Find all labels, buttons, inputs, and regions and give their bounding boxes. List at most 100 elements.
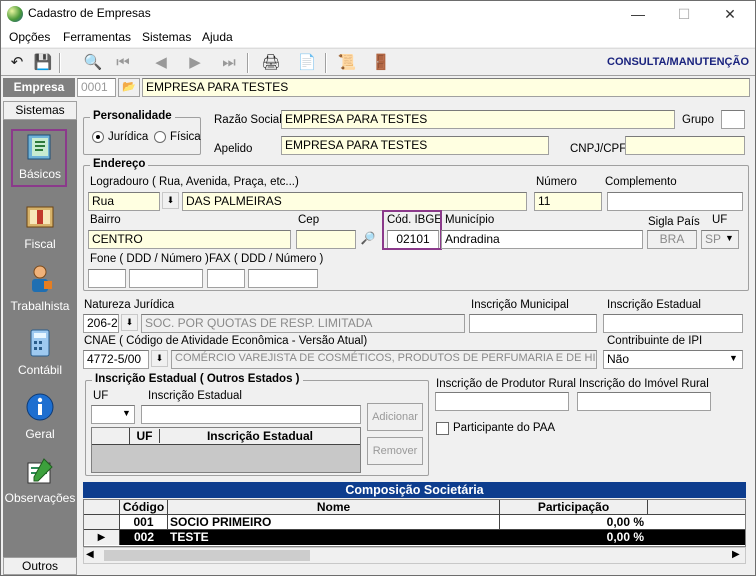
insc-municipal-input[interactable] [469, 314, 597, 333]
chevron-down-icon[interactable]: ▼ [118, 406, 135, 423]
numero-label: Número [536, 176, 577, 188]
last-record-icon[interactable]: ⏭ [217, 52, 241, 74]
cell-codigo: 001 [120, 515, 168, 529]
oe-ie-input[interactable] [141, 405, 361, 424]
logradouro-input[interactable]: DAS PALMEIRAS [182, 192, 527, 211]
razao-social-input[interactable]: EMPRESA PARA TESTES [281, 110, 675, 129]
search-document-icon[interactable]: 🔍 [81, 52, 105, 74]
apelido-label: Apelido [214, 143, 253, 155]
application-window: Cadastro de Empresas — ☐ ✕ Opções Ferram… [0, 0, 756, 576]
imovel-rural-input[interactable] [577, 392, 711, 411]
ipi-select[interactable]: Não [603, 350, 743, 369]
table-row[interactable]: 001 SOCIO PRIMEIRO 0,00 % [84, 515, 745, 530]
sidebar-item-contabil[interactable]: Contábil [3, 327, 77, 377]
print-icon[interactable]: 🖨 [259, 52, 283, 74]
window-title: Cadastro de Empresas [28, 6, 151, 20]
toolbar-separator [59, 53, 61, 73]
maximize-icon[interactable]: ☐ [661, 1, 707, 27]
arrow-down-icon: ⬇ [166, 195, 175, 205]
sidebar-item-label: Geral [25, 427, 55, 441]
radio-fisica-label: Física [170, 131, 201, 143]
cell-nome: SOCIO PRIMEIRO [170, 515, 500, 529]
empresa-code-input[interactable]: 0001 [77, 78, 116, 97]
insc-estadual-label: Inscrição Estadual [607, 299, 701, 311]
scroll-left-icon[interactable]: ◀ [86, 549, 94, 560]
folder-icon: 📂 [122, 81, 136, 93]
natureza-desc-input[interactable]: SOC. POR QUOTAS DE RESP. LIMITADA [141, 314, 465, 333]
cep-input[interactable] [296, 230, 356, 249]
paa-checkbox[interactable] [436, 422, 449, 435]
cnae-code-input[interactable]: 4772-5/00 [83, 350, 149, 369]
fax-label: FAX ( DDD / Número ) [209, 253, 324, 265]
societaria-header: Código Nome Participação [84, 500, 745, 515]
logradouro-label: Logradouro ( Rua, Avenida, Praça, etc...… [90, 176, 299, 188]
col-codigo: Código [120, 500, 168, 514]
menu-opcoes[interactable]: Opções [9, 30, 50, 44]
scrollbar-thumb[interactable] [104, 550, 310, 561]
societaria-grid[interactable]: Código Nome Participação 001 SOCIO PRIME… [83, 499, 746, 547]
complemento-input[interactable] [607, 192, 743, 211]
first-record-icon[interactable]: ⏮ [111, 52, 135, 74]
imovel-rural-label: Inscrição do Imóvel Rural [579, 378, 709, 390]
fone-numero-input[interactable] [129, 269, 203, 288]
minimize-icon[interactable]: — [615, 1, 661, 27]
menu-sistemas[interactable]: Sistemas [142, 30, 191, 44]
fone-ddd-input[interactable] [88, 269, 126, 288]
cnpj-input[interactable] [625, 136, 745, 155]
chevron-down-icon[interactable]: ▼ [721, 231, 738, 248]
insc-estadual-input[interactable] [603, 314, 743, 333]
insc-municipal-label: Inscrição Municipal [471, 299, 569, 311]
natureza-code-input[interactable]: 206-2 [83, 314, 119, 333]
sidebar-item-geral[interactable]: Geral [3, 391, 77, 441]
info-icon [26, 393, 54, 421]
bairro-label: Bairro [90, 214, 121, 226]
scroll-right-icon[interactable]: ▶ [732, 549, 740, 560]
row-indicator-header [84, 500, 120, 514]
preview-icon[interactable]: 📄 [295, 52, 319, 74]
sidebar-item-trabalhista[interactable]: Trabalhista [3, 263, 77, 313]
empresa-name-input[interactable]: EMPRESA PARA TESTES [142, 78, 750, 97]
title-bar: Cadastro de Empresas — ☐ ✕ [1, 1, 755, 27]
horizontal-scrollbar[interactable]: ◀ ▶ [83, 547, 746, 564]
exit-door-icon[interactable]: 🚪 [369, 52, 393, 74]
adicionar-button[interactable]: Adicionar [367, 403, 423, 431]
fax-numero-input[interactable] [248, 269, 318, 288]
table-row-selected[interactable]: ▶ 002 TESTE 0,00 % [84, 530, 745, 545]
tipo-logradouro-input[interactable]: Rua [88, 192, 160, 211]
undo-icon[interactable]: ↶ [5, 52, 29, 74]
oe-uf-label: UF [93, 390, 109, 402]
natureza-lookup[interactable]: ⬇ [121, 314, 138, 331]
sigla-pais-input[interactable]: BRA [647, 230, 697, 249]
previous-record-icon[interactable]: ◀ [149, 52, 173, 74]
col-nome: Nome [168, 500, 500, 514]
menu-ajuda[interactable]: Ajuda [202, 30, 233, 44]
sidebar-item-observacoes[interactable]: Observações [3, 455, 77, 505]
oe-grid[interactable]: UF Inscrição Estadual [91, 427, 361, 473]
cnae-lookup[interactable]: ⬇ [151, 350, 168, 367]
municipio-input[interactable]: Andradina [441, 230, 643, 249]
open-folder-button[interactable]: 📂 [118, 78, 140, 97]
apelido-input[interactable]: EMPRESA PARA TESTES [281, 136, 549, 155]
binoculars-icon[interactable]: 🔎 [358, 231, 378, 248]
save-icon[interactable]: 💾 [31, 52, 55, 74]
remover-button[interactable]: Remover [367, 437, 423, 465]
tipo-logradouro-lookup[interactable]: ⬇ [162, 192, 179, 209]
oe-grid-indicator [92, 428, 130, 444]
numero-input[interactable]: 11 [534, 192, 602, 211]
ipi-label: Contribuinte de IPI [607, 335, 703, 347]
grupo-input[interactable] [721, 110, 745, 129]
sidebar-footer[interactable]: Outros [3, 557, 77, 575]
menu-ferramentas[interactable]: Ferramentas [63, 30, 131, 44]
radio-fisica[interactable] [154, 131, 166, 143]
fax-ddd-input[interactable] [207, 269, 245, 288]
chevron-down-icon[interactable]: ▼ [725, 351, 742, 368]
report-icon[interactable]: 📜 [335, 52, 359, 74]
close-icon[interactable]: ✕ [707, 1, 753, 27]
sidebar-header: Sistemas [3, 101, 77, 120]
bairro-input[interactable]: CENTRO [88, 230, 291, 249]
sidebar-item-fiscal[interactable]: Fiscal [3, 201, 77, 251]
cnae-desc-input[interactable]: COMÉRCIO VAREJISTA DE COSMÉTICOS, PRODUT… [171, 350, 597, 369]
next-record-icon[interactable]: ▶ [183, 52, 207, 74]
radio-juridica[interactable] [92, 131, 104, 143]
produtor-rural-input[interactable] [435, 392, 569, 411]
